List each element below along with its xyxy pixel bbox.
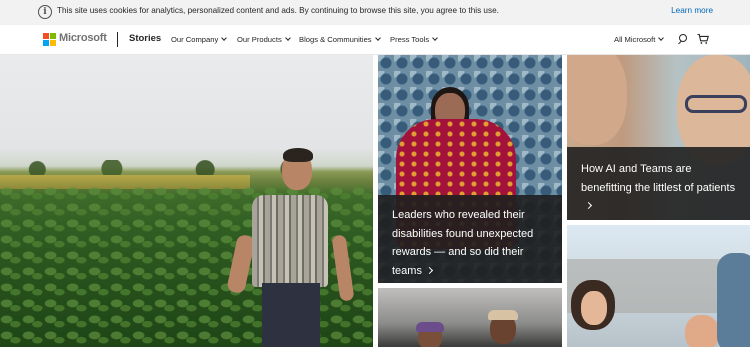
chevron-down-icon [658,35,665,41]
cookie-message: This site uses cookies for analytics, pe… [57,6,499,15]
nav-blogs-communities[interactable]: Blogs & Communities [299,35,381,44]
microsoft-logo-icon[interactable] [43,33,56,46]
story-card-ai-teams[interactable]: How AI and Teams are benefitting the lit… [567,55,750,220]
chevron-down-icon [284,35,291,41]
all-microsoft-label: All Microsoft [614,35,656,44]
story-card-bottom-middle[interactable] [378,288,562,347]
story-card-bottom-right[interactable] [567,225,750,347]
nav-press-tools[interactable]: Press Tools [390,35,438,44]
story-caption: How AI and Teams are benefitting the lit… [567,147,750,220]
story-caption-text[interactable]: How AI and Teams are benefitting the lit… [581,163,735,212]
chevron-down-icon [221,35,228,41]
story-caption-text[interactable]: Leaders who revealed their disabilities … [392,209,533,277]
story-card-leaders[interactable]: Leaders who revealed their disabilities … [378,55,562,283]
cart-icon[interactable] [697,33,709,45]
nav-label: Blogs & Communities [299,35,372,44]
story-caption: Leaders who revealed their disabilities … [378,195,562,283]
section-title[interactable]: Stories [129,33,161,44]
nav-our-products[interactable]: Our Products [237,35,291,44]
nav-our-company[interactable]: Our Company [171,35,228,44]
treeline [0,160,373,176]
site-header: Microsoft Stories Our Company Our Produc… [0,25,750,55]
hero-image-farmer[interactable] [0,55,373,347]
all-microsoft-menu[interactable]: All Microsoft [614,35,665,44]
chevron-right-icon [425,266,434,274]
nav-label: Our Products [237,35,282,44]
cookie-banner: i This site uses cookies for analytics, … [0,0,750,25]
chevron-right-icon [584,201,593,210]
info-icon: i [38,5,52,19]
brand-name[interactable]: Microsoft [59,32,107,44]
nav-label: Press Tools [390,35,430,44]
learn-more-link[interactable]: Learn more [671,6,713,15]
search-icon[interactable] [677,34,688,45]
chevron-down-icon [432,35,438,41]
nav-label: Our Company [171,35,219,44]
farmer-figure [252,195,328,287]
chevron-down-icon [374,35,381,41]
brand-divider [117,32,118,47]
glasses [685,95,747,113]
